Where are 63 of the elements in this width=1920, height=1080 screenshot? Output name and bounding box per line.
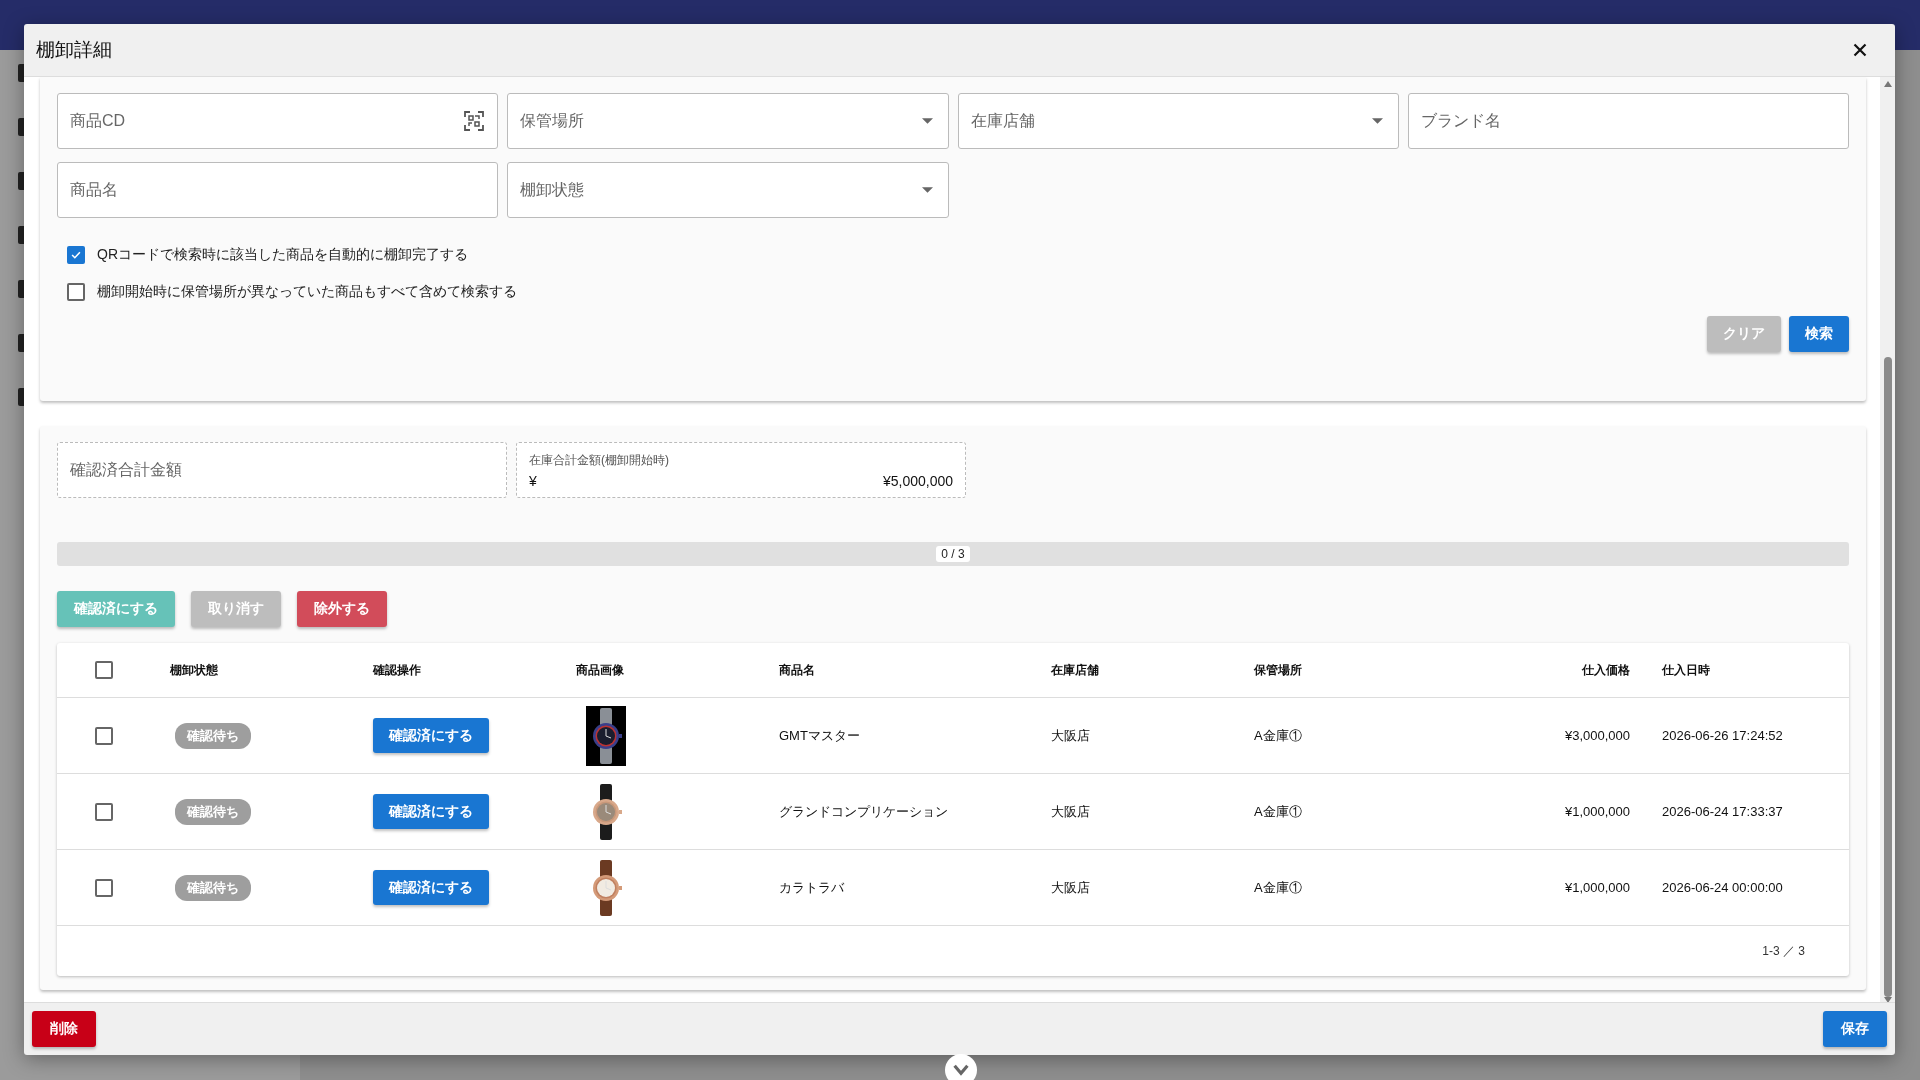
status-chip: 確認待ち — [175, 798, 251, 825]
search-button[interactable]: 検索 — [1789, 316, 1849, 352]
table-cell: 大阪店 — [1051, 878, 1090, 897]
dialog-title: 棚卸詳細 — [36, 38, 112, 62]
action-button[interactable]: 除外する — [297, 591, 387, 627]
confirm-button[interactable]: 確認済にする — [373, 870, 489, 905]
table-cell: ¥3,000,000 — [1564, 728, 1630, 743]
chevron-down-icon[interactable] — [945, 1054, 977, 1080]
confirm-button[interactable]: 確認済にする — [373, 794, 489, 829]
scroll-up-icon[interactable] — [1883, 81, 1892, 87]
caret-icon[interactable] — [921, 187, 933, 193]
caret-icon[interactable] — [921, 118, 933, 124]
confirm-button[interactable]: 確認済にする — [373, 718, 489, 753]
column-header[interactable]: 在庫店舗 — [1051, 661, 1099, 679]
amount-value: ¥5,000,000 — [882, 472, 953, 489]
filter-field[interactable]: 棚卸状態 — [507, 162, 949, 218]
column-header[interactable]: 仕入日時 — [1662, 661, 1710, 679]
footer-button[interactable]: 削除 — [32, 1011, 96, 1047]
scrollbar[interactable] — [1880, 77, 1895, 1002]
amount-placeholder: 確認済合計金額 — [70, 459, 183, 480]
row-checkbox[interactable] — [95, 878, 113, 897]
amount-field[interactable]: 在庫合計金額(棚卸開始時) ¥ ¥5,000,000 — [516, 442, 966, 498]
column-header[interactable]: 棚卸状態 — [170, 661, 218, 679]
table-cell: A金庫① — [1254, 878, 1302, 897]
table-cell: 大阪店 — [1051, 726, 1090, 745]
filter-field[interactable]: 保管場所 — [507, 93, 949, 149]
table-cell: ¥1,000,000 — [1564, 880, 1630, 895]
table-cell: A金庫① — [1254, 726, 1302, 745]
select-all-checkbox[interactable] — [95, 661, 113, 679]
checkbox[interactable] — [67, 283, 85, 301]
table-cell: 2026-06-26 17:24:52 — [1662, 728, 1783, 743]
filter-field[interactable]: 商品CD — [57, 93, 499, 149]
filter-field[interactable]: 商品名 — [57, 162, 499, 218]
amount-label: 在庫合計金額(棚卸開始時) — [529, 451, 670, 469]
filter-field[interactable]: 在庫店舗 — [957, 93, 1399, 149]
column-header[interactable]: 確認操作 — [373, 661, 421, 679]
amount-field[interactable]: 確認済合計金額 — [57, 442, 507, 498]
table-cell: 2026-06-24 17:33:37 — [1662, 804, 1783, 819]
currency-prefix: ¥ — [529, 472, 537, 489]
table-cell: 2026-06-24 00:00:00 — [1662, 880, 1783, 895]
row-checkbox[interactable] — [95, 802, 113, 821]
table-cell: ¥1,000,000 — [1564, 804, 1630, 819]
filter-field[interactable]: ブランド名 — [1407, 93, 1849, 149]
table-cell: A金庫① — [1254, 802, 1302, 821]
checkbox[interactable] — [67, 246, 85, 264]
caret-icon[interactable] — [1371, 118, 1383, 124]
table-cell: 大阪店 — [1051, 802, 1090, 821]
column-header[interactable]: 商品名 — [779, 661, 815, 679]
checkbox-label: QRコードで検索時に該当した商品を自動的に棚卸完了する — [97, 246, 468, 264]
column-header[interactable]: 商品画像 — [576, 661, 624, 679]
pagination-text: 1-3 ／ 3 — [1762, 942, 1805, 960]
checkbox-label: 棚卸開始時に保管場所が異なっていた商品もすべて含めて検索する — [97, 283, 517, 301]
table-cell: カラトラバ — [779, 878, 844, 897]
table-cell: GMTマスター — [779, 726, 860, 745]
status-chip: 確認待ち — [175, 874, 251, 901]
status-chip: 確認待ち — [175, 722, 251, 749]
scan-icon[interactable] — [462, 109, 487, 133]
column-header[interactable]: 仕入価格 — [1582, 661, 1630, 679]
footer-button[interactable]: 保存 — [1823, 1011, 1887, 1047]
row-checkbox[interactable] — [95, 726, 113, 745]
progress-count: 0 / 3 — [936, 546, 970, 562]
column-header[interactable]: 保管場所 — [1254, 661, 1302, 679]
table-cell: グランドコンプリケーション — [779, 802, 948, 821]
